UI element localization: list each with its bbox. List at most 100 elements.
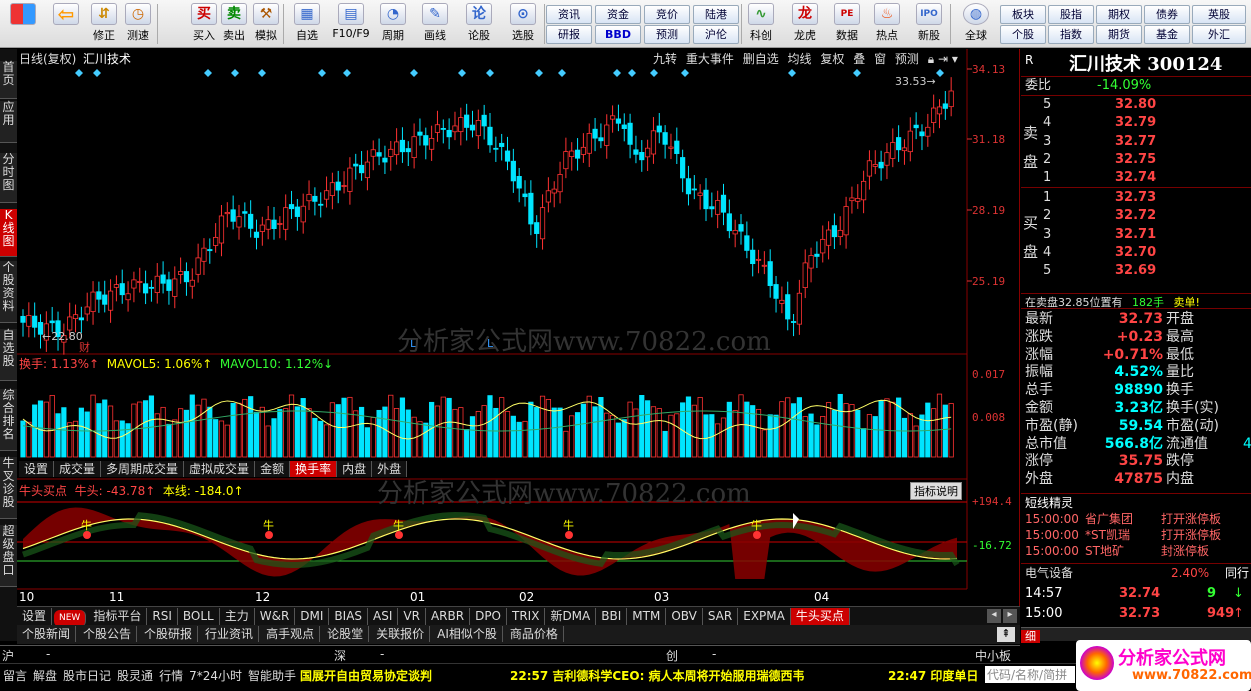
status-item[interactable]: 留言 xyxy=(3,669,27,683)
grid-btn-stock[interactable]: 个股 xyxy=(1000,25,1046,44)
vtab-ranking[interactable]: 综合排名 xyxy=(0,389,17,451)
ask-row[interactable]: 1 32.74 xyxy=(1021,169,1251,187)
kline-chart-area[interactable]: 日线(复权) 汇川技术 九转 重大事件 删自选 均线 复权 叠 窗 预测 🔒︎ … xyxy=(17,49,1020,606)
subtab-virtual-volume[interactable]: 虚拟成交量 xyxy=(184,461,256,477)
toolbar-btn-grid[interactable] xyxy=(4,2,42,46)
toolbar-btn-sell[interactable]: 卖卖出 xyxy=(218,2,250,46)
scroll-right-icon[interactable]: ▸ xyxy=(1003,609,1017,623)
toolbar-btn-f10[interactable]: ▤ F10/F9 xyxy=(328,2,374,46)
indicator-tab[interactable]: ARBR xyxy=(425,608,471,625)
news-tab[interactable]: 商品价格 xyxy=(504,626,564,642)
indicator-tab[interactable]: TRIX xyxy=(507,608,546,625)
status-item[interactable]: 智能助手 xyxy=(248,669,296,683)
indicator-tab[interactable]: BIAS xyxy=(329,608,369,625)
vtab-timeshare[interactable]: 分时图 xyxy=(0,153,17,203)
status-item[interactable]: 行情 xyxy=(159,669,183,683)
toolbar-btn-ipo[interactable]: IPO 新股 xyxy=(910,2,948,46)
subtab-multi-volume[interactable]: 多周期成交量 xyxy=(101,461,185,477)
grid-btn-forecast[interactable]: 预测 xyxy=(644,25,690,44)
grid-btn-futures[interactable]: 期货 xyxy=(1096,25,1142,44)
rtab-detail[interactable]: 细 xyxy=(1021,630,1040,643)
indicator-tab[interactable]: MTM xyxy=(627,608,667,625)
grid-btn-uk[interactable]: 英股 xyxy=(1192,5,1246,24)
indicator-tab[interactable]: VR xyxy=(398,608,426,625)
grid-btn-stock-index[interactable]: 股指 xyxy=(1048,5,1094,24)
ask-row[interactable]: 2 32.75 xyxy=(1021,151,1251,169)
index-sz[interactable]: 深 xyxy=(334,647,346,664)
subtab-inner[interactable]: 内盘 xyxy=(337,461,373,477)
indicator-tab[interactable]: 牛头买点 xyxy=(790,608,850,625)
indicator-tab[interactable]: W&R xyxy=(254,608,296,625)
news-tab[interactable]: 高手观点 xyxy=(261,626,321,642)
grid-btn-report[interactable]: 研报 xyxy=(546,25,592,44)
news-tab[interactable]: 个股新闻 xyxy=(17,626,77,642)
bid-row[interactable]: 2 32.72 xyxy=(1021,207,1251,225)
bid-row[interactable]: 4 32.70 xyxy=(1021,244,1251,262)
toolbar-btn-sim[interactable]: ⚒ 模拟 xyxy=(250,2,282,46)
indicator-tab[interactable]: SAR xyxy=(702,608,739,625)
ask-row[interactable]: 3 32.77 xyxy=(1021,133,1251,151)
toolbar-btn-back[interactable]: ⇦ xyxy=(48,2,84,46)
indicator-tab[interactable]: 主力 xyxy=(219,608,255,625)
grid-btn-bbd[interactable]: BBD xyxy=(595,25,641,44)
grid-btn-forex[interactable]: 外汇 xyxy=(1192,25,1246,44)
subtab-amount[interactable]: 金额 xyxy=(255,461,291,477)
news-tab[interactable]: AI相似个股 xyxy=(432,626,503,642)
toolbar-btn-hot[interactable]: ♨ 热点 xyxy=(868,2,906,46)
indicator-tab[interactable]: BBI xyxy=(596,608,628,625)
grid-btn-funds[interactable]: 基金 xyxy=(1144,25,1190,44)
indicator-tab[interactable]: RSI xyxy=(147,608,178,625)
grid-btn-bonds[interactable]: 债券 xyxy=(1144,5,1190,24)
grid-btn-index[interactable]: 指数 xyxy=(1048,25,1094,44)
grid-btn-sector[interactable]: 板块 xyxy=(1000,5,1046,24)
news-tab[interactable]: 个股公告 xyxy=(78,626,138,642)
ask-row[interactable]: 4 32.79 xyxy=(1021,114,1251,132)
finance-marker[interactable]: 财 xyxy=(79,339,90,355)
indicator-help-button[interactable]: 指标说明 xyxy=(910,482,962,500)
status-item[interactable]: 7*24小时 xyxy=(189,669,242,683)
index-cy[interactable]: 创 xyxy=(666,647,678,664)
toolbar-btn-draw[interactable]: ✎ 画线 xyxy=(418,2,452,46)
news-tab[interactable]: 个股研报 xyxy=(139,626,199,642)
index-sh[interactable]: 沪 xyxy=(2,647,14,664)
vtab-home[interactable]: 首页 xyxy=(0,61,17,99)
status-item[interactable]: 股灵通 xyxy=(117,669,153,683)
indicator-tab[interactable]: EXPMA xyxy=(738,608,791,625)
toolbar-btn-global[interactable]: ◍ 全球 xyxy=(954,2,998,46)
indicator-tab[interactable]: ASI xyxy=(368,608,399,625)
expand-up-icon[interactable]: ⇞ xyxy=(997,627,1015,642)
indicator-tab[interactable]: 新DMA xyxy=(545,608,597,625)
toolbar-btn-period[interactable]: ◔ 周期 xyxy=(376,2,410,46)
toolbar-btn-self[interactable]: ▦ 自选 xyxy=(290,2,324,46)
bid-row[interactable]: 3 32.71 xyxy=(1021,226,1251,244)
toolbar-btn-pick[interactable]: ⊙ 选股 xyxy=(504,2,542,46)
indicator-tab[interactable]: DMI xyxy=(295,608,330,625)
grid-btn-news[interactable]: 资讯 xyxy=(546,5,592,24)
vtab-diagnosis[interactable]: 牛叉诊股 xyxy=(0,457,17,519)
code-search-input[interactable]: 代码/名称/简拼 xyxy=(985,666,1075,683)
ask-row[interactable]: 5 32.80 xyxy=(1021,96,1251,114)
sector-row[interactable]: 电气设备 2.40% 同行 xyxy=(1021,563,1251,581)
status-news-2[interactable]: 22:47 印度单日 xyxy=(888,667,978,684)
news-tab[interactable]: 关联报价 xyxy=(371,626,431,642)
bid-row[interactable]: 5 32.69 xyxy=(1021,262,1251,280)
bid-row[interactable]: 1 32.73 xyxy=(1021,189,1251,207)
indicator-tab[interactable]: BOLL xyxy=(177,608,220,625)
indicator-tab[interactable]: DPO xyxy=(470,608,507,625)
toolbar-btn-data[interactable]: PE 数据 xyxy=(828,2,866,46)
vtab-self-select[interactable]: 自选股 xyxy=(0,329,17,381)
toolbar-btn-discuss[interactable]: 论论股 xyxy=(462,2,496,46)
toolbar-btn-fix[interactable]: ⇵ 修正 xyxy=(88,2,120,46)
vtab-superorder[interactable]: 超级盘口 xyxy=(0,525,17,587)
status-news-1[interactable]: 22:57 吉利德科学CEO: 病人本周将开始服用瑞德西韦 xyxy=(510,667,805,684)
subtab-turnover[interactable]: 换手率 xyxy=(290,461,338,477)
vtab-kline[interactable]: K线图 xyxy=(0,209,17,257)
subtab-volume[interactable]: 成交量 xyxy=(54,461,102,477)
grid-btn-hk[interactable]: 陆港 xyxy=(693,5,739,24)
grid-btn-options[interactable]: 期权 xyxy=(1096,5,1142,24)
grid-btn-fund[interactable]: 资金 xyxy=(595,5,641,24)
toolbar-btn-speed[interactable]: ◷ 测速 xyxy=(122,2,154,46)
indicator-tab[interactable]: OBV xyxy=(666,608,703,625)
news-tab[interactable]: 行业资讯 xyxy=(200,626,260,642)
news-tab[interactable]: 论股堂 xyxy=(322,626,370,642)
